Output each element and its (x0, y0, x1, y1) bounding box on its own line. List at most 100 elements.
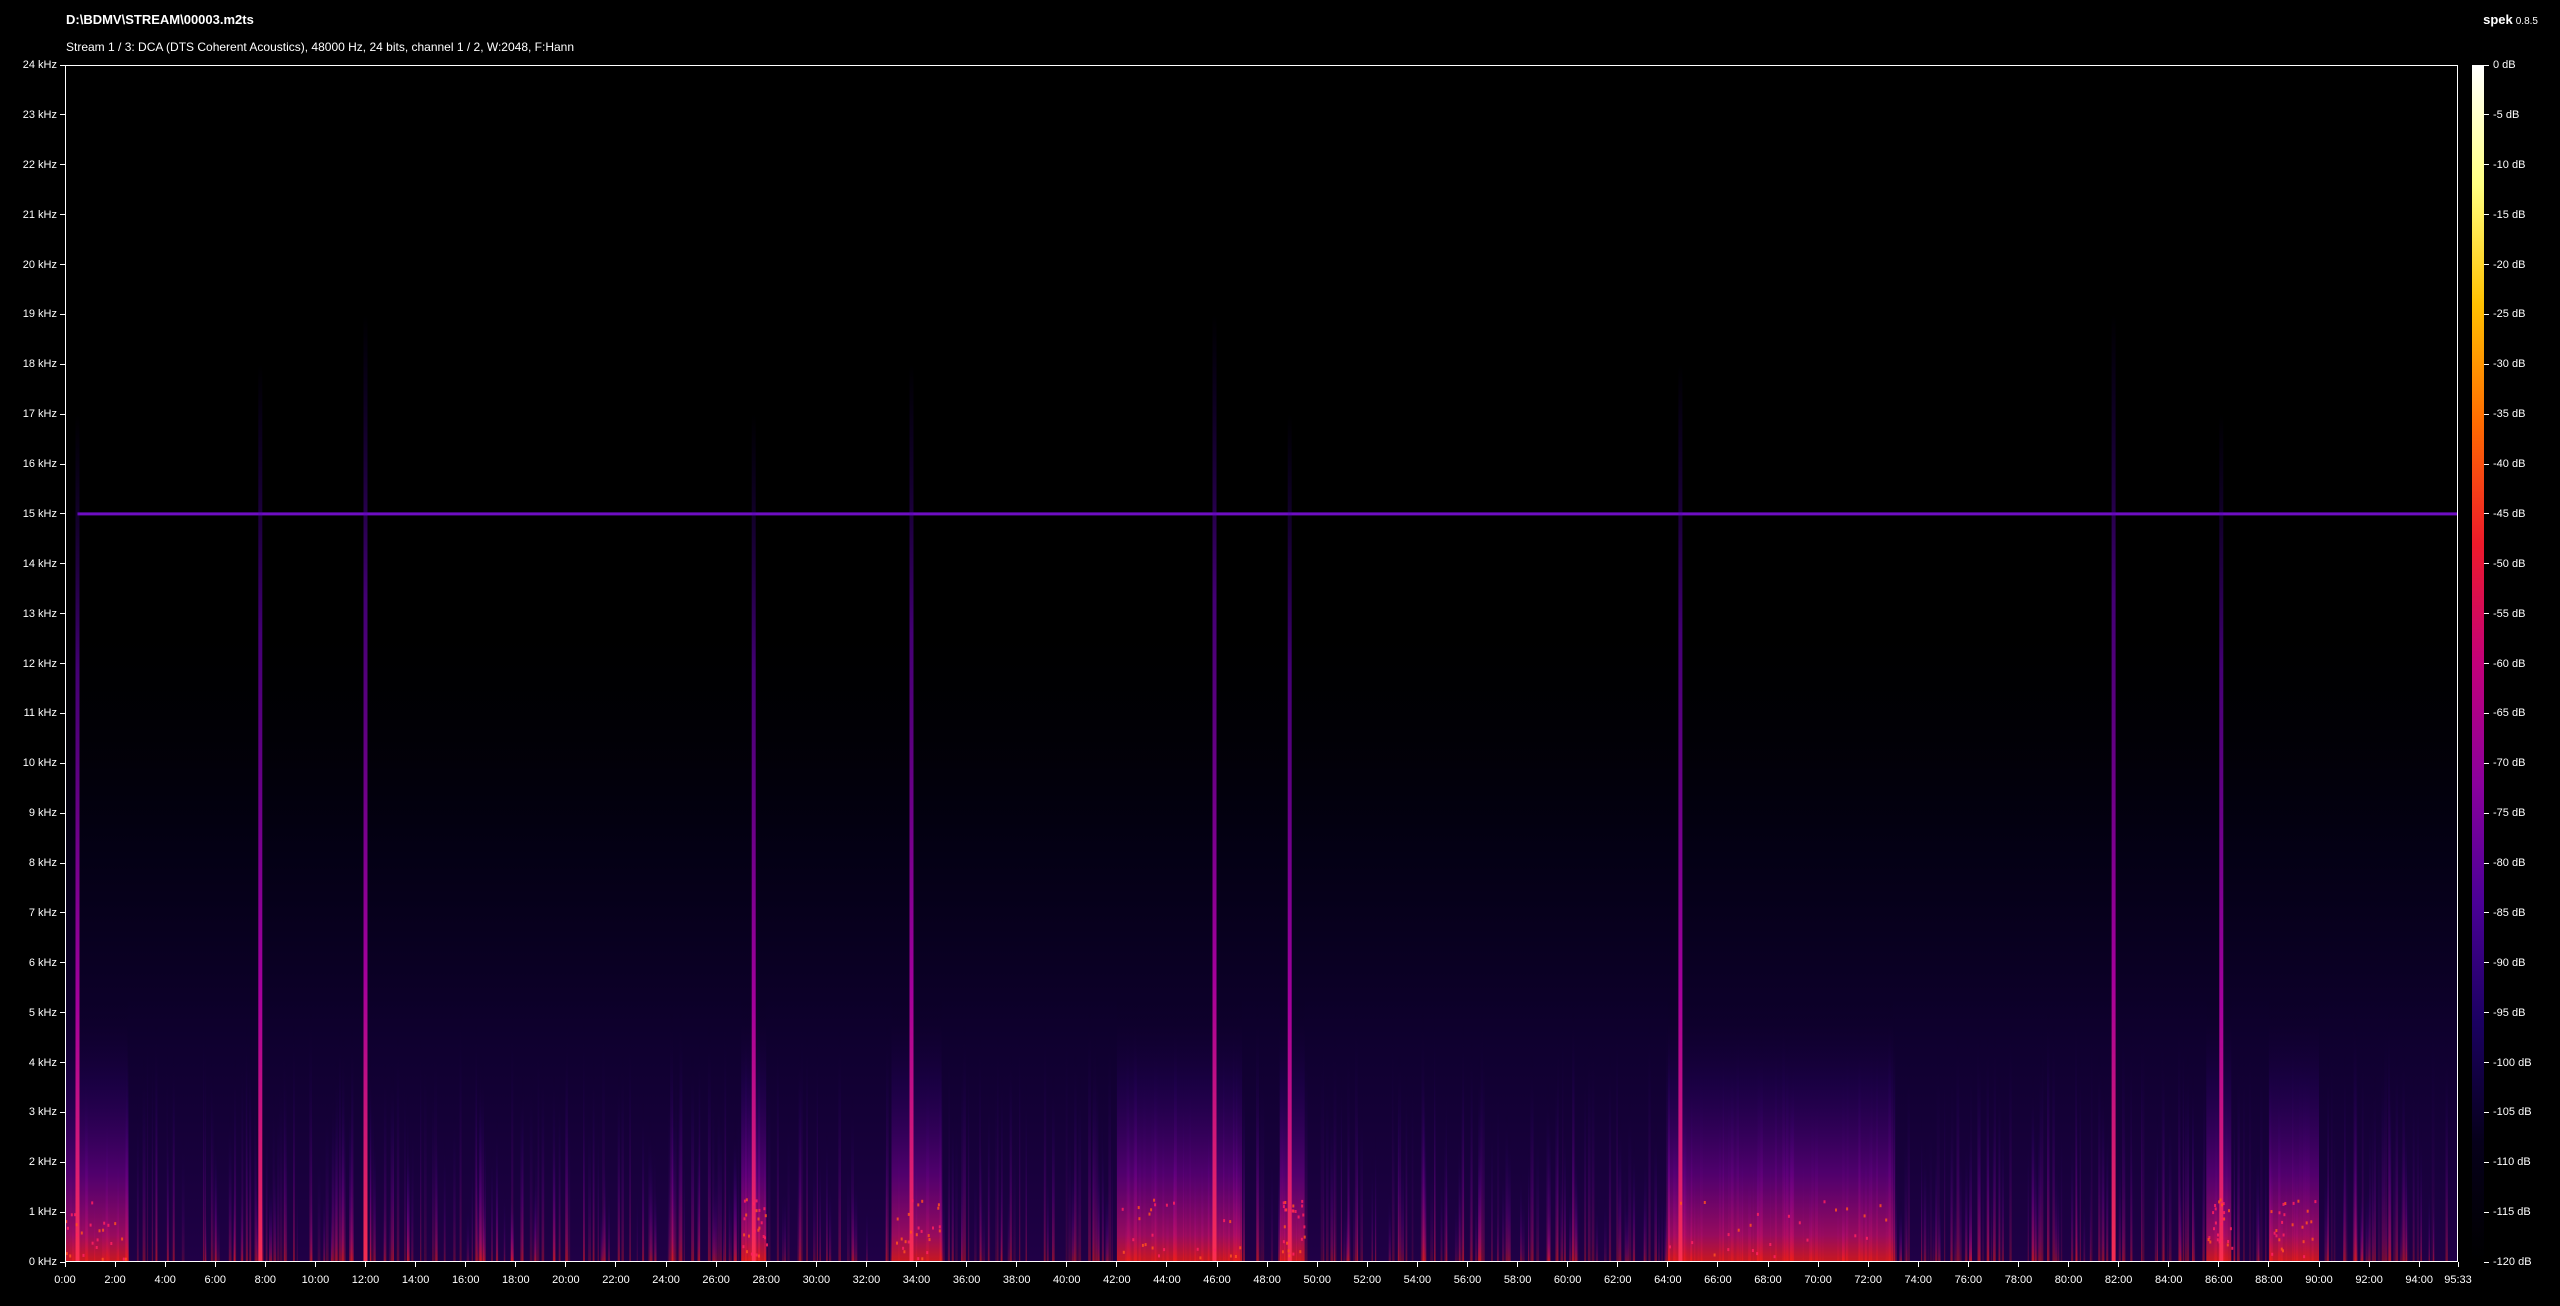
energy-streak (2324, 1086, 2327, 1262)
decibel-tick (2484, 1211, 2489, 1213)
hot-spot (2301, 1225, 2304, 1229)
energy-streak (466, 1159, 470, 1262)
energy-streak (961, 1096, 963, 1262)
decibel-tick-label: -20 dB (2493, 258, 2526, 271)
energy-streak (866, 1159, 868, 1262)
energy-streak (166, 886, 168, 1262)
hot-spot (91, 1201, 94, 1205)
frequency-tick (60, 613, 65, 615)
energy-streak (2101, 939, 2104, 1262)
hot-spot (1122, 1250, 1125, 1254)
hot-spot (932, 1226, 934, 1230)
hot-spot (1138, 1217, 1141, 1221)
energy-streak (146, 842, 149, 1262)
energy-streak (392, 928, 394, 1262)
hot-spot (2226, 1243, 2229, 1247)
frequency-tick-label: 9 kHz (28, 807, 57, 820)
energy-streak (1587, 879, 1591, 1262)
hot-spot (95, 1246, 98, 1249)
energy-streak (1098, 1077, 1100, 1262)
hot-spot (2305, 1221, 2308, 1225)
energy-streak (2178, 826, 2181, 1262)
hot-spot (1153, 1198, 1156, 1202)
spectrogram-plot[interactable] (65, 65, 2458, 1262)
energy-streak (1470, 882, 1473, 1262)
energy-streak (240, 1117, 244, 1262)
hot-spot (766, 1243, 768, 1247)
decibel-tick-label: -45 dB (2493, 507, 2526, 520)
energy-streak (2009, 845, 2012, 1262)
energy-streak (1260, 912, 1262, 1262)
frequency-tick (60, 563, 65, 565)
frequency-tick (60, 363, 65, 365)
energy-streak (247, 990, 249, 1262)
energy-streak (2249, 869, 2252, 1262)
hot-spot (65, 1252, 68, 1256)
energy-streak (330, 1149, 333, 1262)
energy-streak (2260, 881, 2263, 1262)
energy-streak (2331, 861, 2333, 1262)
hot-spot (1288, 1254, 1291, 1258)
hot-spot (110, 1242, 113, 1245)
energy-streak (1502, 1097, 1505, 1262)
energy-streak (1388, 1132, 1391, 1262)
time-tick (765, 1262, 767, 1267)
time-tick (615, 1262, 617, 1267)
hot-spot (2217, 1233, 2219, 1237)
energy-streak (813, 1076, 816, 1262)
energy-streak (1348, 1115, 1351, 1262)
frequency-tick-label: 14 kHz (22, 557, 57, 570)
frequency-tick-label: 5 kHz (28, 1006, 57, 1019)
time-tick-label: 72:00 (1854, 1274, 1882, 1286)
time-tick-label: 92:00 (2355, 1274, 2383, 1286)
hot-spot (1737, 1228, 1740, 1232)
frequency-tick (60, 164, 65, 166)
time-tick (2368, 1262, 2370, 1267)
energy-streak (819, 1067, 821, 1262)
time-tick-label: 16:00 (451, 1274, 480, 1286)
energy-streak (1424, 1020, 1427, 1262)
hot-spot (1773, 1255, 1776, 1259)
hot-spot (2302, 1240, 2305, 1244)
energy-streak (272, 968, 275, 1262)
energy-streak (495, 1016, 498, 1262)
energy-streak (2327, 907, 2329, 1262)
hot-spot (2278, 1238, 2281, 1242)
energy-streak (2243, 902, 2245, 1262)
energy-streak (511, 836, 514, 1262)
hot-spot (1291, 1209, 1294, 1213)
time-tick-label: 70:00 (1804, 1274, 1832, 1286)
transient-spike-9 (2219, 414, 2224, 1262)
energy-streak (2161, 845, 2165, 1262)
time-tick (1567, 1262, 1569, 1267)
frequency-tick (60, 1012, 65, 1014)
energy-streak (2360, 1136, 2363, 1262)
transient-spike-0 (75, 414, 80, 1262)
energy-streak (249, 883, 252, 1262)
energy-streak (698, 882, 701, 1262)
decibel-tick (2484, 114, 2489, 116)
energy-streak (484, 1007, 486, 1262)
time-tick-label: 44:00 (1153, 1274, 1181, 1286)
frequency-tick-label: 20 kHz (22, 258, 57, 271)
hot-spot (762, 1235, 765, 1238)
hot-spot (1294, 1210, 1297, 1213)
energy-streak (951, 998, 954, 1262)
time-tick (1667, 1262, 1669, 1267)
energy-streak (597, 1012, 599, 1262)
energy-streak (787, 995, 790, 1262)
energy-streak (1391, 849, 1394, 1262)
energy-streak (1521, 1139, 1525, 1262)
loud-region-0 (65, 813, 128, 1262)
frequency-tick-label: 10 kHz (22, 757, 57, 770)
loud-region-6 (2206, 813, 2232, 1262)
energy-streak (2130, 873, 2132, 1262)
time-tick (214, 1262, 216, 1267)
decibel-tick-label: 0 dB (2493, 59, 2516, 71)
decibel-tick (2484, 1261, 2489, 1263)
hot-spot (1292, 1204, 1295, 1208)
hot-spot (927, 1234, 930, 1238)
energy-streak (735, 1071, 737, 1262)
energy-streak (2035, 1060, 2038, 1262)
hot-spot (1151, 1246, 1154, 1250)
